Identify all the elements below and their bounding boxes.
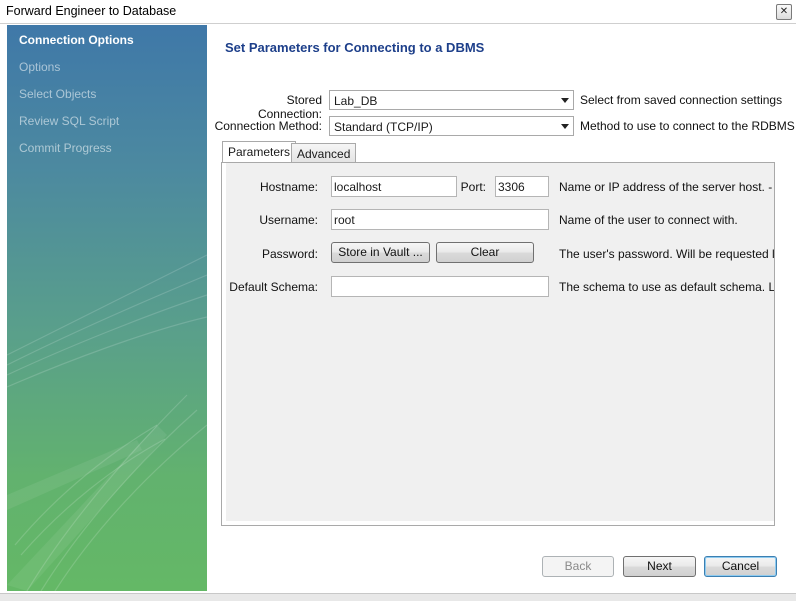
sidebar-decoration: [7, 254, 207, 591]
default-schema-hint: The schema to use as default schema. Lea…: [559, 280, 774, 294]
step-connection-options: Connection Options: [19, 33, 134, 47]
step-select-objects: Select Objects: [19, 87, 97, 101]
hostname-hint: Name or IP address of the server host. -…: [559, 180, 774, 194]
store-in-vault-button[interactable]: Store in Vault ...: [331, 242, 430, 263]
port-label: Port:: [460, 180, 486, 194]
parameters-panel-body: Hostname: localhost Port: 3306 Name or I…: [226, 163, 774, 521]
step-commit-progress: Commit Progress: [19, 141, 112, 155]
hostname-value: localhost: [334, 180, 382, 194]
port-value: 3306: [498, 180, 525, 194]
username-label: Username:: [259, 213, 318, 227]
connection-method-hint: Method to use to connect to the RDBMS: [580, 119, 795, 133]
default-schema-input[interactable]: [331, 276, 549, 297]
back-button[interactable]: Back: [542, 556, 614, 577]
stored-connection-label: Stored Connection:: [257, 93, 322, 121]
clear-password-button[interactable]: Clear: [436, 242, 534, 263]
next-button[interactable]: Next: [623, 556, 696, 577]
password-label: Password:: [261, 247, 318, 261]
username-value: root: [334, 213, 355, 227]
connection-method-label: Connection Method:: [214, 119, 322, 133]
background-window-edge: [0, 593, 796, 601]
connection-method-select[interactable]: Standard (TCP/IP): [329, 116, 574, 136]
stored-connection-hint: Select from saved connection settings: [580, 93, 783, 107]
hostname-label: Hostname:: [259, 180, 318, 194]
username-hint: Name of the user to connect with.: [559, 213, 738, 227]
hostname-input[interactable]: localhost: [331, 176, 457, 197]
title-bar: Forward Engineer to Database ✕: [0, 0, 796, 24]
chevron-down-icon: [561, 98, 569, 103]
cancel-button[interactable]: Cancel: [704, 556, 777, 577]
wizard-steps-sidebar: Connection Options Options Select Object…: [7, 25, 207, 591]
stored-connection-select[interactable]: Lab_DB: [329, 90, 574, 110]
default-schema-label: Default Schema:: [229, 280, 318, 294]
chevron-down-icon: [561, 124, 569, 129]
forward-engineer-dialog: Forward Engineer to Database ✕ Connectio…: [0, 0, 796, 601]
username-input[interactable]: root: [331, 209, 549, 230]
page-title: Set Parameters for Connecting to a DBMS: [225, 40, 485, 55]
step-options: Options: [19, 60, 61, 74]
parameters-panel: Hostname: localhost Port: 3306 Name or I…: [221, 162, 775, 526]
connection-method-value: Standard (TCP/IP): [334, 120, 433, 134]
port-input[interactable]: 3306: [495, 176, 549, 197]
tab-advanced[interactable]: Advanced: [291, 143, 357, 163]
password-hint: The user's password. Will be requested l…: [559, 247, 774, 261]
window-title: Forward Engineer to Database: [6, 4, 177, 18]
step-review-sql-script: Review SQL Script: [19, 114, 120, 128]
stored-connection-value: Lab_DB: [334, 94, 378, 108]
tab-parameters[interactable]: Parameters: [222, 141, 297, 163]
close-icon[interactable]: ✕: [776, 4, 792, 20]
